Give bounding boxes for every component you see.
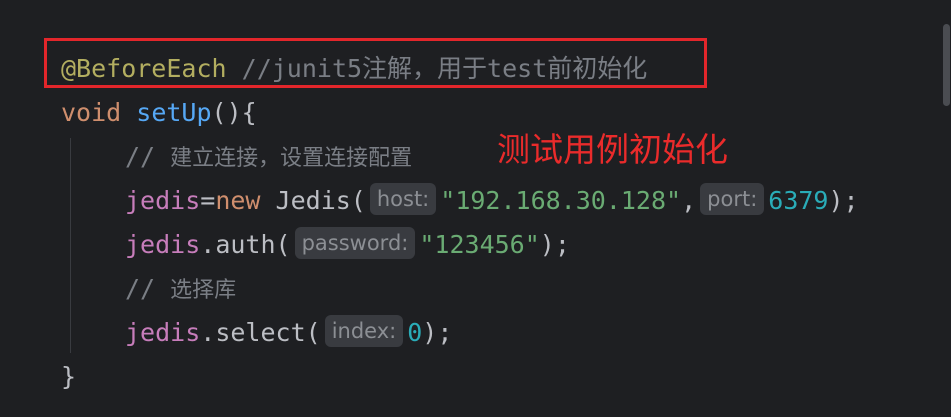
field-jedis: jedis (125, 318, 201, 347)
method-name: setUp (136, 98, 212, 127)
number-port: 6379 (768, 186, 829, 215)
keyword-new: new (215, 186, 261, 215)
red-highlight-box (44, 38, 707, 88)
keyword-void: void (61, 98, 122, 127)
closing-brace: } (61, 362, 77, 391)
statement-end: ); (828, 186, 859, 215)
code-line-2[interactable]: void setUp(){ (61, 91, 257, 135)
code-line-3[interactable]: // 建立连接，设置连接配置 (125, 135, 412, 179)
comment-text: 选择库 (170, 278, 237, 303)
param-hint-port: port: (700, 183, 765, 215)
vertical-scrollbar[interactable] (943, 24, 950, 106)
statement-end: ); (422, 318, 453, 347)
code-line-6[interactable]: // 选择库 (125, 267, 236, 311)
code-line-8[interactable]: } (61, 355, 76, 399)
number-index: 0 (407, 318, 423, 347)
comment-text: 建立连接，设置连接配置 (170, 146, 413, 171)
method-auth: .auth( (200, 230, 291, 259)
statement-end: ); (539, 230, 570, 259)
string-password: "123456" (419, 230, 540, 259)
param-hint-host: host: (369, 183, 437, 215)
comment-slash: // (125, 142, 156, 171)
string-host: "192.168.30.128" (440, 186, 682, 215)
method-select: .select( (200, 318, 321, 347)
code-editor[interactable]: @BeforeEach //junit5注解，用于test前初始化 void s… (0, 0, 951, 417)
param-hint-password: password: (294, 227, 416, 259)
red-annotation-text: 测试用例初始化 (497, 130, 728, 169)
assign-operator: = (200, 186, 216, 215)
indent-guide (70, 138, 71, 353)
paren-brace: (){ (211, 98, 257, 127)
param-hint-index: index: (324, 315, 404, 347)
field-jedis: jedis (125, 230, 201, 259)
comment-slash: // (125, 274, 156, 303)
constructor-call: Jedis( (260, 186, 366, 215)
comma: , (681, 186, 697, 215)
field-jedis: jedis (125, 186, 201, 215)
code-line-7[interactable]: jedis.select(index: 0); (125, 311, 452, 355)
code-line-4[interactable]: jedis=new Jedis(host: "192.168.30.128", po… (125, 179, 859, 223)
code-line-5[interactable]: jedis.auth(password: "123456"); (125, 223, 570, 267)
